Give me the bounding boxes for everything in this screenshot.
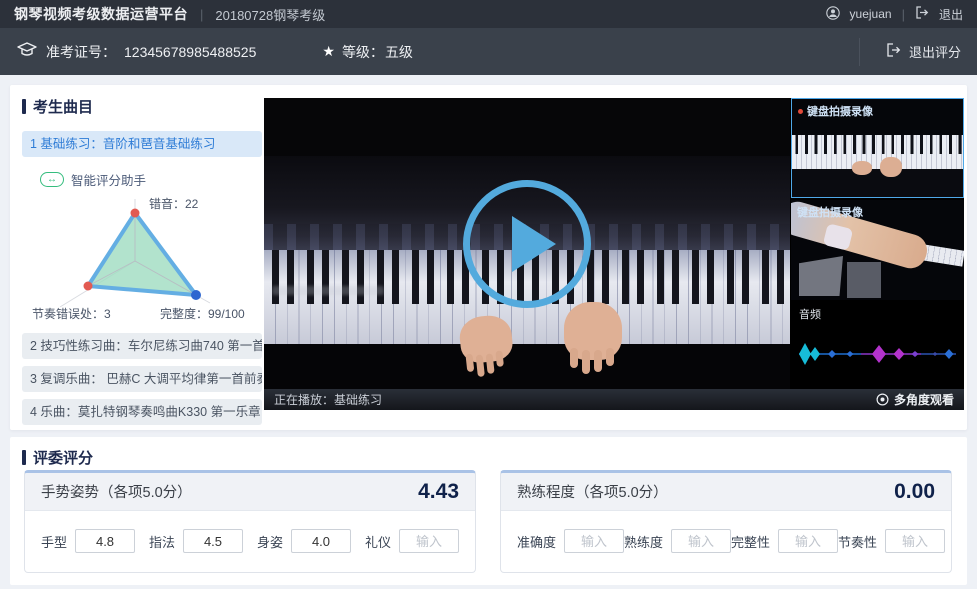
recording-dot-icon [798, 109, 803, 114]
exit-scoring-button[interactable]: 退出评分 [859, 38, 961, 66]
song-list-sidebar: 考生曲目 1 基础练习：音阶和琶音基础练习 ↔ 智能评分助手 [22, 96, 262, 425]
level-label: 等级： [342, 42, 384, 62]
audio-waveform [791, 324, 964, 384]
assistant-label: 智能评分助手 [71, 170, 146, 189]
thumbnail-1-label-row: 键盘拍摄录像 [798, 103, 873, 119]
star-icon: ★ [322, 43, 335, 60]
field-label-rhythm: 节奏性 [838, 532, 877, 551]
field-label-posture: 身姿 [257, 532, 283, 551]
hand-shape-input[interactable] [75, 529, 135, 553]
proficiency-input[interactable] [671, 529, 731, 553]
side-view-shape [847, 262, 881, 298]
thumbnail-keyboard-view-1[interactable]: 键盘拍摄录像 [791, 98, 964, 198]
camera-angle-thumbnails: 键盘拍摄录像 键盘拍摄录像 [791, 98, 964, 389]
song-item-4[interactable]: 4 乐曲：莫扎特钢琴奏鸣曲K330 第一乐章 [22, 399, 262, 425]
right-hand [564, 302, 622, 360]
level-value: 五级 [385, 42, 413, 62]
ticket-label: 准考证号： [46, 42, 116, 62]
username[interactable]: yuejuan [850, 7, 892, 21]
main-video[interactable] [264, 98, 790, 389]
video-watermark [272, 286, 384, 295]
completeness-input[interactable] [778, 529, 838, 553]
topbar-divider: | [902, 7, 905, 22]
accuracy-input[interactable] [564, 529, 624, 553]
mini-hand [880, 157, 902, 177]
play-icon [512, 216, 556, 272]
gesture-panel-total: 4.43 [418, 480, 459, 504]
scoring-title: 评委评分 [33, 447, 93, 468]
rhythm-input[interactable] [885, 529, 945, 553]
proficiency-panel-title: 熟练程度（各项5.0分） [517, 481, 668, 502]
etiquette-input[interactable] [399, 529, 459, 553]
song-item-3[interactable]: 3 复调乐曲： 巴赫C 大调平均律第一首前奏曲 [22, 366, 262, 392]
audio-label: 音频 [799, 306, 821, 322]
radar-label-rhythm-errors: 节奏错误处：3 [32, 307, 111, 321]
thumbnail-keyboard-view-2[interactable]: 键盘拍摄录像 [791, 200, 964, 300]
fingering-input[interactable] [183, 529, 243, 553]
field-label-hand-shape: 手型 [41, 532, 67, 551]
judge-scoring-card: 评委评分 手势姿势（各项5.0分） 4.43 手型 指法 身姿 礼仪 [10, 437, 967, 585]
logout-button[interactable]: 退出 [939, 6, 963, 23]
video-player: 键盘拍摄录像 键盘拍摄录像 [264, 98, 964, 410]
field-label-accuracy: 准确度 [517, 532, 556, 551]
title-divider: | [200, 7, 203, 22]
radar-label-completeness: 完整度：99/100 [160, 306, 245, 321]
app-title: 钢琴视频考级数据运营平台 [14, 4, 188, 24]
mini-hand [852, 161, 872, 175]
assistant-toggle-icon[interactable]: ↔ [40, 172, 64, 187]
logout-icon [915, 6, 929, 22]
user-icon [826, 6, 840, 23]
exam-main-card: 考生曲目 1 基础练习：音阶和琶音基础练习 ↔ 智能评分助手 [10, 85, 967, 430]
field-label-etiquette: 礼仪 [365, 532, 391, 551]
posture-input[interactable] [291, 529, 351, 553]
multi-angle-button[interactable]: 多角度观看 [876, 391, 954, 408]
field-label-fingering: 指法 [149, 532, 175, 551]
exit-scoring-icon [886, 43, 901, 60]
graduation-cap-icon [16, 41, 38, 62]
play-button[interactable] [463, 180, 591, 308]
song-list-title: 考生曲目 [33, 96, 93, 117]
session-title: 20180728钢琴考级 [215, 5, 325, 24]
field-label-proficiency: 熟练度 [624, 532, 663, 551]
multi-angle-eye-icon [876, 393, 889, 406]
proficiency-panel-total: 0.00 [894, 480, 935, 504]
now-playing-text: 正在播放：基础练习 [274, 391, 382, 408]
radar-chart: 错音：22 节奏错误处：3 完整度：99/100 [22, 191, 262, 326]
thumbnail-1-label: 键盘拍摄录像 [807, 103, 873, 119]
song-item-2[interactable]: 2 技巧性练习曲：车尔尼练习曲740 第一首 [22, 333, 262, 359]
smart-scoring-assistant[interactable]: ↔ 智能评分助手 [40, 170, 262, 189]
audio-track[interactable]: 音频 [791, 302, 964, 389]
gesture-panel-title: 手势姿势（各项5.0分） [41, 481, 192, 502]
thumbnail-2-label: 键盘拍摄录像 [797, 204, 863, 220]
player-status-bar: 正在播放：基础练习 多角度观看 [264, 389, 964, 410]
section-marker [22, 450, 26, 465]
mini-keyboard-1 [792, 135, 963, 169]
section-marker [22, 99, 26, 114]
exit-scoring-label: 退出评分 [909, 42, 961, 61]
piano-front [264, 344, 790, 389]
exam-info-bar: 准考证号： 12345678985488525 ★ 等级： 五级 退出评分 [0, 28, 977, 75]
gesture-posture-panel: 手势姿势（各项5.0分） 4.43 手型 指法 身姿 礼仪 [24, 470, 476, 573]
song-item-1[interactable]: 1 基础练习：音阶和琶音基础练习 [22, 131, 262, 157]
ticket-number: 12345678985488525 [124, 44, 256, 60]
radar-label-wrong-notes: 错音：22 [149, 196, 199, 211]
side-view-shape [799, 256, 843, 296]
field-label-completeness: 完整性 [731, 532, 770, 551]
top-bar: 钢琴视频考级数据运营平台 | 20180728钢琴考级 yuejuan | 退出 [0, 0, 977, 28]
proficiency-panel: 熟练程度（各项5.0分） 0.00 准确度 熟练度 完整性 节奏性 [500, 470, 952, 573]
